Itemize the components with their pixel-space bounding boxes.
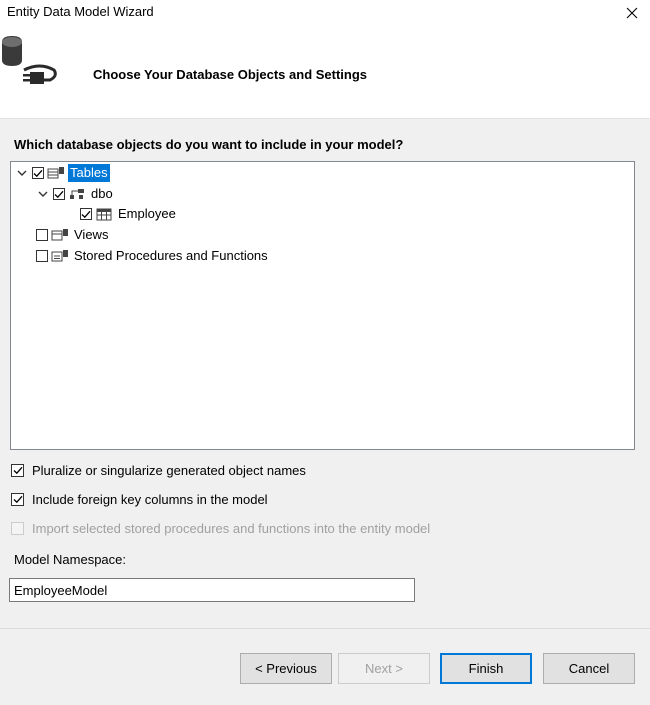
finish-button[interactable]: Finish xyxy=(440,653,532,684)
stored-procedures-checkbox[interactable] xyxy=(36,250,48,262)
employee-label: Employee xyxy=(118,206,176,221)
schema-icon xyxy=(68,186,86,202)
model-namespace-input[interactable] xyxy=(9,578,415,602)
import-procedures-checkbox xyxy=(11,521,24,535)
dbo-checkbox[interactable] xyxy=(53,188,65,200)
pluralize-option[interactable]: Pluralize or singularize generated objec… xyxy=(11,461,306,479)
tree-node-stored-procedures[interactable]: Stored Procedures and Functions xyxy=(36,246,270,266)
window-title: Entity Data Model Wizard xyxy=(7,4,154,19)
objects-question: Which database objects do you want to in… xyxy=(14,137,404,152)
tables-label: Tables xyxy=(68,164,110,182)
tree-expander-tables[interactable] xyxy=(15,163,29,183)
database-objects-tree[interactable]: Tables dbo Employee Views Stored Procedu… xyxy=(10,161,635,450)
tree-node-tables[interactable]: Tables xyxy=(15,163,110,183)
cancel-button[interactable]: Cancel xyxy=(543,653,635,684)
tree-node-views[interactable]: Views xyxy=(36,225,110,245)
tables-folder-icon xyxy=(47,165,65,181)
checkmark-icon xyxy=(54,190,64,198)
checkmark-icon xyxy=(33,169,43,177)
import-procedures-option: Import selected stored procedures and fu… xyxy=(11,519,430,537)
next-button: Next > xyxy=(338,653,430,684)
checkmark-icon xyxy=(13,495,22,503)
database-connect-icon xyxy=(2,36,57,84)
employee-checkbox[interactable] xyxy=(80,208,92,220)
previous-button[interactable]: < Previous xyxy=(240,653,332,684)
chevron-down-icon xyxy=(38,191,48,197)
close-button[interactable] xyxy=(614,0,650,26)
title-bar: Entity Data Model Wizard xyxy=(0,0,650,26)
chevron-down-icon xyxy=(17,170,27,176)
foreign-keys-option[interactable]: Include foreign key columns in the model xyxy=(11,490,268,508)
import-procedures-label: Import selected stored procedures and fu… xyxy=(32,520,431,536)
stored-procedures-folder-icon xyxy=(51,248,69,264)
views-checkbox[interactable] xyxy=(36,229,48,241)
page-title: Choose Your Database Objects and Setting… xyxy=(93,67,368,82)
stored-procedures-label: Stored Procedures and Functions xyxy=(74,248,268,263)
model-namespace-label: Model Namespace: xyxy=(14,552,126,567)
wizard-footer: < Previous Next > Finish Cancel xyxy=(0,628,650,705)
checkmark-icon xyxy=(81,210,91,218)
pluralize-checkbox[interactable] xyxy=(11,463,24,477)
tables-checkbox[interactable] xyxy=(32,167,44,179)
tree-node-employee[interactable]: Employee xyxy=(80,204,178,224)
table-icon xyxy=(95,206,113,222)
foreign-keys-checkbox[interactable] xyxy=(11,492,24,506)
checkmark-icon xyxy=(13,466,22,474)
views-label: Views xyxy=(74,227,109,242)
tree-node-dbo[interactable]: dbo xyxy=(36,184,115,204)
tree-expander-dbo[interactable] xyxy=(36,184,50,204)
wizard-header: Choose Your Database Objects and Setting… xyxy=(0,26,650,118)
close-icon xyxy=(626,7,638,19)
wizard-content: Which database objects do you want to in… xyxy=(0,118,650,629)
views-folder-icon xyxy=(51,227,69,243)
foreign-keys-label: Include foreign key columns in the model xyxy=(32,491,268,507)
pluralize-label: Pluralize or singularize generated objec… xyxy=(32,462,306,478)
dbo-label: dbo xyxy=(91,186,113,201)
